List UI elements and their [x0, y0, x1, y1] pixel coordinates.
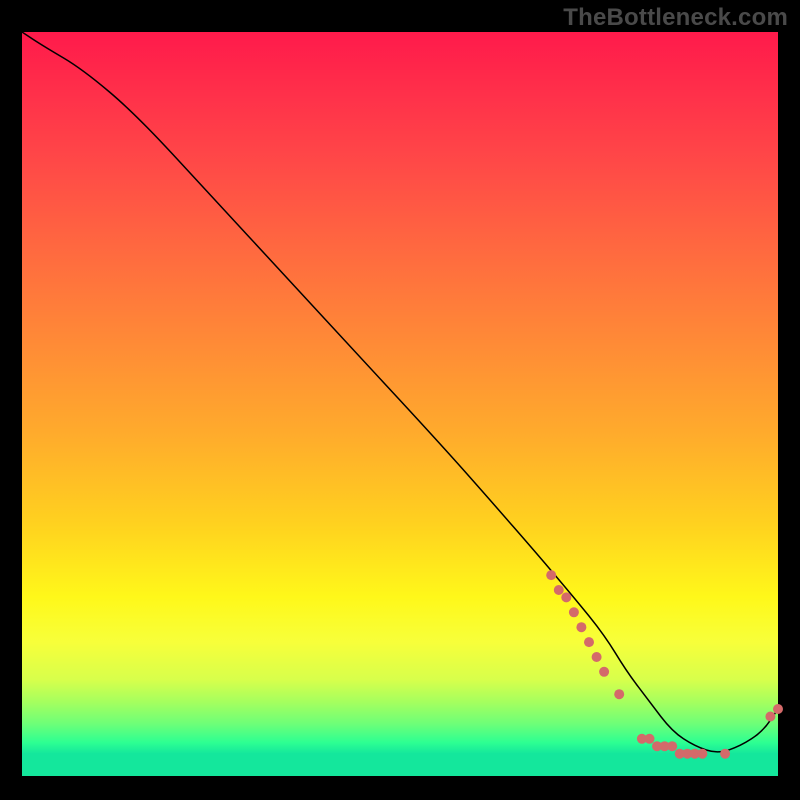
curve-line	[22, 32, 778, 752]
chart-overlay	[22, 32, 778, 776]
scatter-dot	[576, 622, 586, 632]
scatter-dot	[599, 667, 609, 677]
scatter-dot	[561, 592, 571, 602]
scatter-dot	[697, 749, 707, 759]
scatter-dot	[554, 585, 564, 595]
chart-stage: TheBottleneck.com	[0, 0, 800, 800]
scatter-dot	[569, 607, 579, 617]
watermark-text: TheBottleneck.com	[563, 4, 788, 32]
scatter-dot	[584, 637, 594, 647]
scatter-dot	[765, 712, 775, 722]
scatter-dot	[614, 689, 624, 699]
scatter-dot	[773, 704, 783, 714]
scatter-dot	[546, 570, 556, 580]
scatter-dot	[667, 741, 677, 751]
scatter-dot	[720, 749, 730, 759]
scatter-dot	[645, 734, 655, 744]
scatter-dot	[592, 652, 602, 662]
scatter-dots	[546, 570, 783, 759]
plot-area	[22, 32, 778, 776]
